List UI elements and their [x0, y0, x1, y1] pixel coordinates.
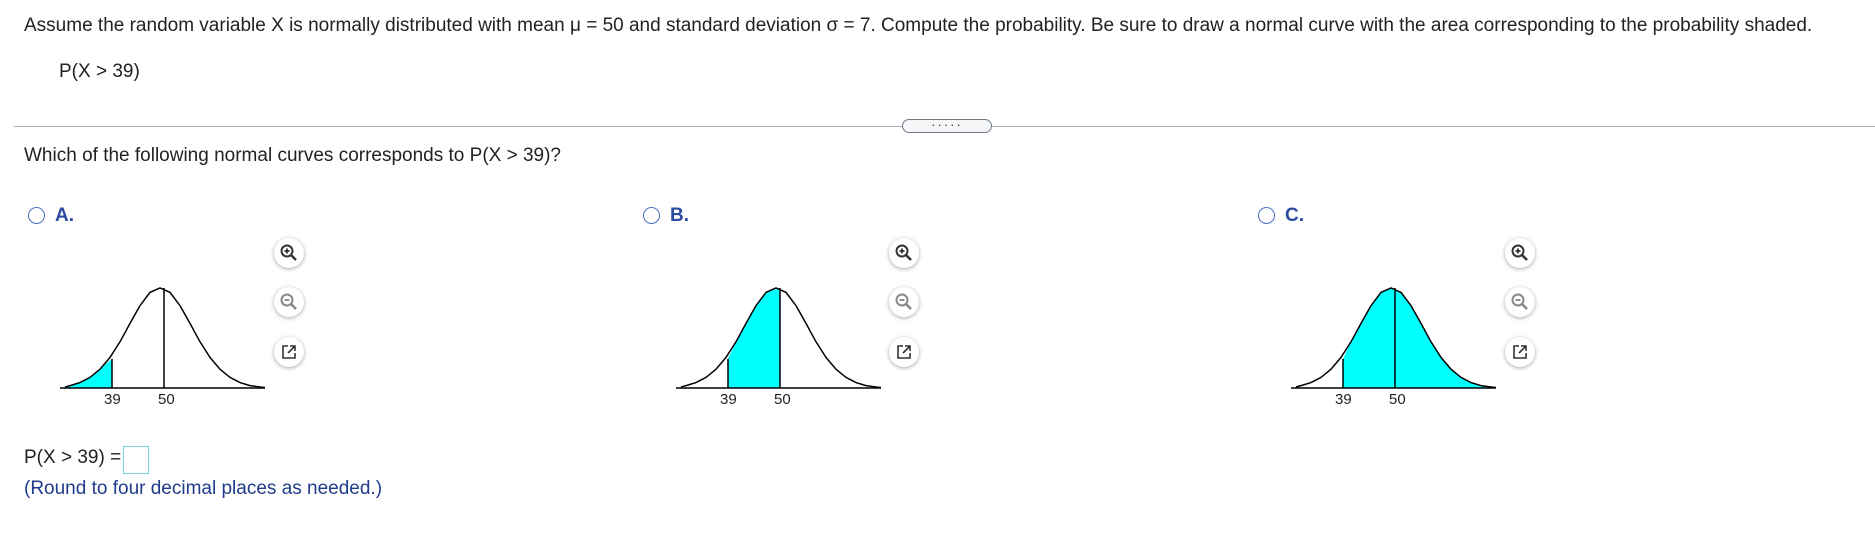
answer-input[interactable]	[123, 446, 149, 474]
zoom-in-icon	[280, 244, 297, 261]
zoom-in-icon	[895, 244, 912, 261]
option-b-tick-39: 39	[720, 391, 737, 408]
option-c-tick-39: 39	[1335, 391, 1352, 408]
sub-question-text: Which of the following normal curves cor…	[24, 145, 562, 166]
option-b-radio[interactable]	[643, 207, 660, 224]
question-text: Assume the random variable X is normally…	[24, 15, 1813, 36]
option-b-label[interactable]: B.	[670, 205, 689, 227]
expand-button[interactable]: ·····	[902, 118, 992, 133]
rounding-hint: (Round to four decimal places as needed.…	[24, 478, 383, 499]
option-b-graph	[676, 287, 882, 389]
option-c-radio[interactable]	[1258, 207, 1275, 224]
zoom-in-icon	[1511, 244, 1528, 261]
probability-expression: P(X > 39)	[59, 61, 140, 82]
zoom-out-icon	[895, 293, 912, 310]
answer-label: P(X > 39) =	[24, 447, 122, 468]
option-a-tick-39: 39	[104, 391, 121, 408]
option-a-label[interactable]: A.	[55, 205, 74, 227]
option-c-tick-50: 50	[1389, 391, 1406, 408]
popout-icon	[897, 345, 911, 359]
zoom-out-icon	[280, 293, 297, 310]
zoom-in-button[interactable]	[1505, 238, 1535, 268]
popout-button[interactable]	[274, 337, 304, 367]
shaded-area	[1343, 288, 1496, 388]
option-a-graph	[60, 287, 266, 389]
option-a-tick-50: 50	[158, 391, 175, 408]
shaded-area	[728, 288, 780, 388]
zoom-in-button[interactable]	[889, 238, 919, 268]
zoom-out-button[interactable]	[889, 287, 919, 317]
normal-curve	[680, 287, 882, 389]
zoom-out-button[interactable]	[274, 287, 304, 317]
option-c-graph	[1291, 287, 1497, 389]
popout-button[interactable]	[889, 337, 919, 367]
zoom-out-icon	[1511, 293, 1528, 310]
zoom-in-button[interactable]	[274, 238, 304, 268]
popout-button[interactable]	[1505, 337, 1535, 367]
normal-curve	[64, 287, 266, 389]
popout-icon	[1513, 345, 1527, 359]
popout-icon	[282, 345, 296, 359]
option-c-label[interactable]: C.	[1285, 205, 1304, 227]
option-a-radio[interactable]	[28, 207, 45, 224]
zoom-out-button[interactable]	[1505, 287, 1535, 317]
option-b-tick-50: 50	[774, 391, 791, 408]
